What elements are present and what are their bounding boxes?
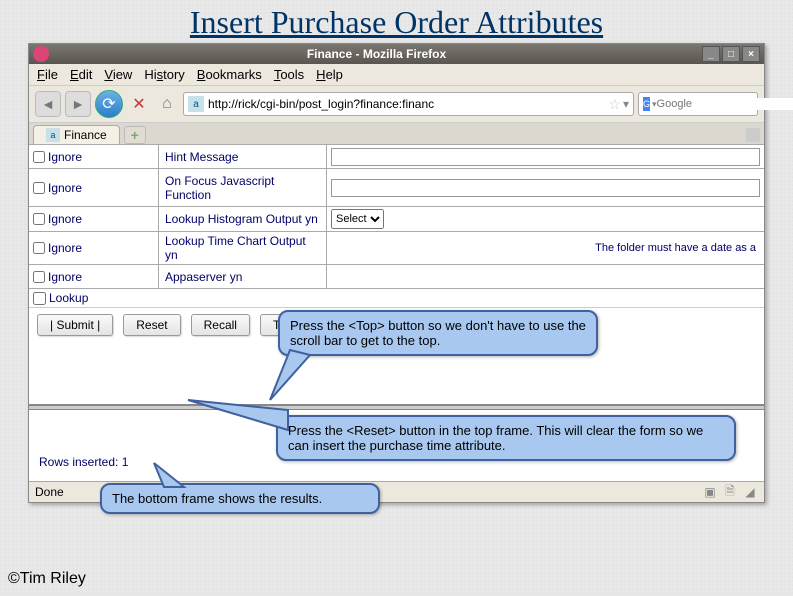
menubar: File Edit View History Bookmarks Tools H… — [29, 64, 764, 86]
resize-grip-icon[interactable]: ◢ — [742, 484, 758, 500]
window-title: Finance - Mozilla Firefox — [53, 47, 700, 61]
ignore-label: Ignore — [48, 241, 82, 255]
callout-tail-icon — [154, 463, 194, 487]
callout-tail-icon — [188, 395, 288, 435]
sidebar-toggle-icon[interactable] — [746, 128, 760, 142]
callout-bottom-frame: The bottom frame shows the results. — [100, 483, 380, 514]
bookmark-star-icon[interactable]: ☆ — [608, 96, 621, 113]
tab-site-icon: a — [46, 128, 60, 142]
reset-button[interactable]: Reset — [123, 314, 180, 336]
minimize-button[interactable]: _ — [702, 46, 720, 62]
status-icon-1: ▣ — [702, 484, 718, 500]
close-button[interactable]: × — [742, 46, 760, 62]
status-icon-2: 🗎 — [722, 484, 738, 500]
recall-button[interactable]: Recall — [191, 314, 250, 336]
menu-file[interactable]: File — [37, 67, 58, 82]
menu-bookmarks[interactable]: Bookmarks — [197, 67, 262, 82]
submit-button[interactable]: | Submit | — [37, 314, 113, 336]
field-label: Lookup Histogram Output yn — [159, 207, 327, 231]
ignore-checkbox[interactable] — [33, 242, 45, 254]
url-bar[interactable]: a ☆ ▾ — [183, 92, 634, 116]
site-icon: a — [188, 96, 204, 112]
ignore-label: Ignore — [48, 212, 82, 226]
ignore-label: Ignore — [48, 270, 82, 284]
ignore-label: Ignore — [48, 181, 82, 195]
field-label: Lookup Time Chart Output yn — [159, 232, 327, 264]
firefox-icon — [33, 46, 49, 62]
new-tab-button[interactable]: + — [124, 126, 146, 144]
hint-message-input[interactable] — [331, 148, 760, 166]
menu-history[interactable]: History — [144, 67, 184, 82]
reload-button[interactable]: ⟳ — [95, 90, 123, 118]
window-titlebar: Finance - Mozilla Firefox _ □ × — [29, 44, 764, 64]
maximize-button[interactable]: □ — [722, 46, 740, 62]
histogram-select[interactable]: Select — [331, 209, 384, 229]
slide-title: Insert Purchase Order Attributes — [0, 0, 793, 43]
stop-button[interactable]: ✕ — [127, 92, 151, 116]
search-box[interactable]: G ▾ 🔍 — [638, 92, 758, 116]
ignore-checkbox[interactable] — [33, 213, 45, 225]
ignore-checkbox[interactable] — [33, 271, 45, 283]
tab-finance[interactable]: a Finance — [33, 125, 120, 144]
callout-top-button: Press the <Top> button so we don't have … — [278, 310, 598, 356]
tabbar: a Finance + — [29, 123, 764, 145]
ignore-checkbox[interactable] — [33, 151, 45, 163]
home-button[interactable]: ⌂ — [155, 92, 179, 116]
menu-help[interactable]: Help — [316, 67, 343, 82]
callout-tail-icon — [270, 350, 320, 400]
field-label: Appaserver yn — [159, 265, 327, 288]
form-frame: Ignore Hint Message Ignore On Focus Java… — [29, 145, 764, 404]
field-note: The folder must have a date as a — [595, 242, 756, 254]
field-label: On Focus Javascript Function — [159, 169, 327, 206]
google-icon: G — [643, 97, 650, 111]
lookup-label: Lookup — [49, 291, 88, 305]
menu-edit[interactable]: Edit — [70, 67, 92, 82]
copyright-text: ©Tim Riley — [8, 570, 86, 588]
lookup-checkbox[interactable] — [33, 292, 46, 305]
dropdown-icon[interactable]: ▾ — [623, 97, 629, 111]
back-button[interactable]: ◄ — [35, 91, 61, 117]
forward-button[interactable]: ► — [65, 91, 91, 117]
url-input[interactable] — [208, 97, 608, 111]
onfocus-input[interactable] — [331, 179, 760, 197]
callout-reset-button: Press the <Reset> button in the top fram… — [276, 415, 736, 461]
toolbar: ◄ ► ⟳ ✕ ⌂ a ☆ ▾ G ▾ 🔍 — [29, 86, 764, 123]
menu-tools[interactable]: Tools — [274, 67, 304, 82]
menu-view[interactable]: View — [104, 67, 132, 82]
ignore-label: Ignore — [48, 150, 82, 164]
field-label: Hint Message — [159, 145, 327, 168]
ignore-checkbox[interactable] — [33, 182, 45, 194]
search-input[interactable] — [657, 98, 793, 110]
tab-label: Finance — [64, 128, 107, 142]
